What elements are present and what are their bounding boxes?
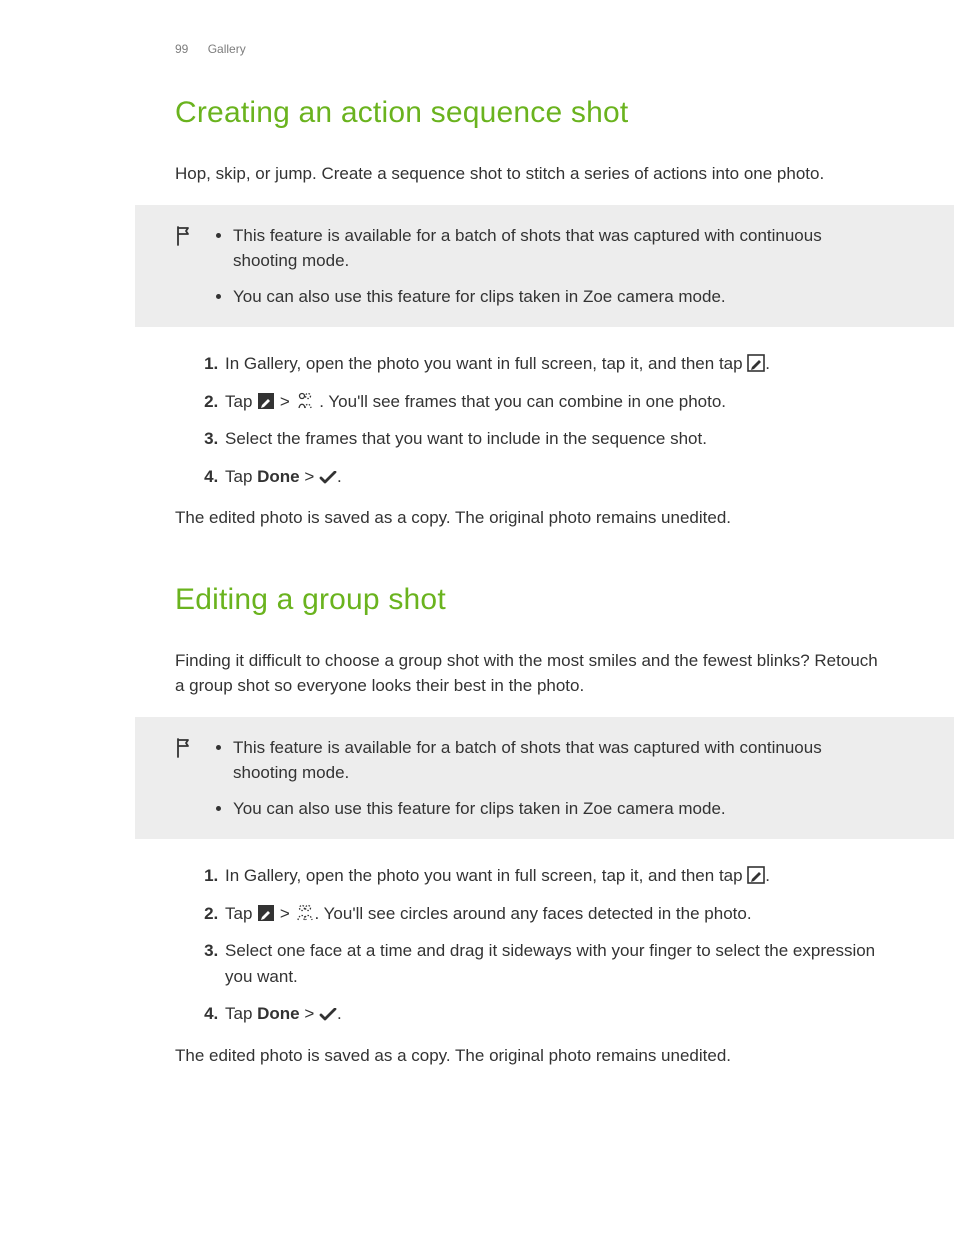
done-label: Done [257,467,300,486]
step-text: Tap [225,1004,257,1023]
note-item: This feature is available for a batch of… [233,223,884,274]
step-item: Tap > . You'll see frames that you can c… [223,389,884,415]
step-text: > [300,467,319,486]
step-text: . [765,866,770,885]
page-number: 99 [175,42,188,56]
note-box: This feature is available for a batch of… [135,717,954,840]
page-header: 99 Gallery [0,40,954,58]
step-item: In Gallery, open the photo you want in f… [223,863,884,889]
note-box: This feature is available for a batch of… [135,205,954,328]
step-item: Select the frames that you want to inclu… [223,426,884,452]
outro-text: The edited photo is saved as a copy. The… [175,1043,884,1069]
note-item: You can also use this feature for clips … [233,284,884,310]
intro-text: Finding it difficult to choose a group s… [175,648,884,699]
step-text: Tap [225,904,257,923]
step-text: > [300,1004,319,1023]
done-label: Done [257,1004,300,1023]
steps-list: In Gallery, open the photo you want in f… [175,351,884,489]
group-icon [295,902,315,922]
step-text: . [337,1004,342,1023]
step-text: Tap [225,392,257,411]
retouch-icon [257,904,275,922]
heading-group-shot: Editing a group shot [175,577,884,622]
step-item: Tap Done > . [223,464,884,490]
step-text: > [275,904,294,923]
step-text: In Gallery, open the photo you want in f… [225,354,747,373]
sequence-icon [295,390,315,410]
flag-icon [175,225,193,247]
edit-pen-icon [747,866,765,884]
section-name: Gallery [208,42,246,56]
step-text: Tap [225,467,257,486]
note-item: This feature is available for a batch of… [233,735,884,786]
step-text: In Gallery, open the photo you want in f… [225,866,747,885]
step-text: . You'll see circles around any faces de… [315,904,752,923]
step-item: In Gallery, open the photo you want in f… [223,351,884,377]
note-item: You can also use this feature for clips … [233,796,884,822]
checkmark-icon [319,1008,337,1022]
step-text: . You'll see frames that you can combine… [315,392,727,411]
flag-icon [175,737,193,759]
outro-text: The edited photo is saved as a copy. The… [175,505,884,531]
checkmark-icon [319,471,337,485]
step-text: . [765,354,770,373]
step-item: Select one face at a time and drag it si… [223,938,884,989]
edit-pen-icon [747,354,765,372]
heading-action-sequence: Creating an action sequence shot [175,90,884,135]
step-text: . [337,467,342,486]
step-item: Tap > . You'll see circles around any fa… [223,901,884,927]
retouch-icon [257,392,275,410]
step-item: Tap Done > . [223,1001,884,1027]
steps-list: In Gallery, open the photo you want in f… [175,863,884,1027]
step-text: > [275,392,294,411]
intro-text: Hop, skip, or jump. Create a sequence sh… [175,161,884,187]
